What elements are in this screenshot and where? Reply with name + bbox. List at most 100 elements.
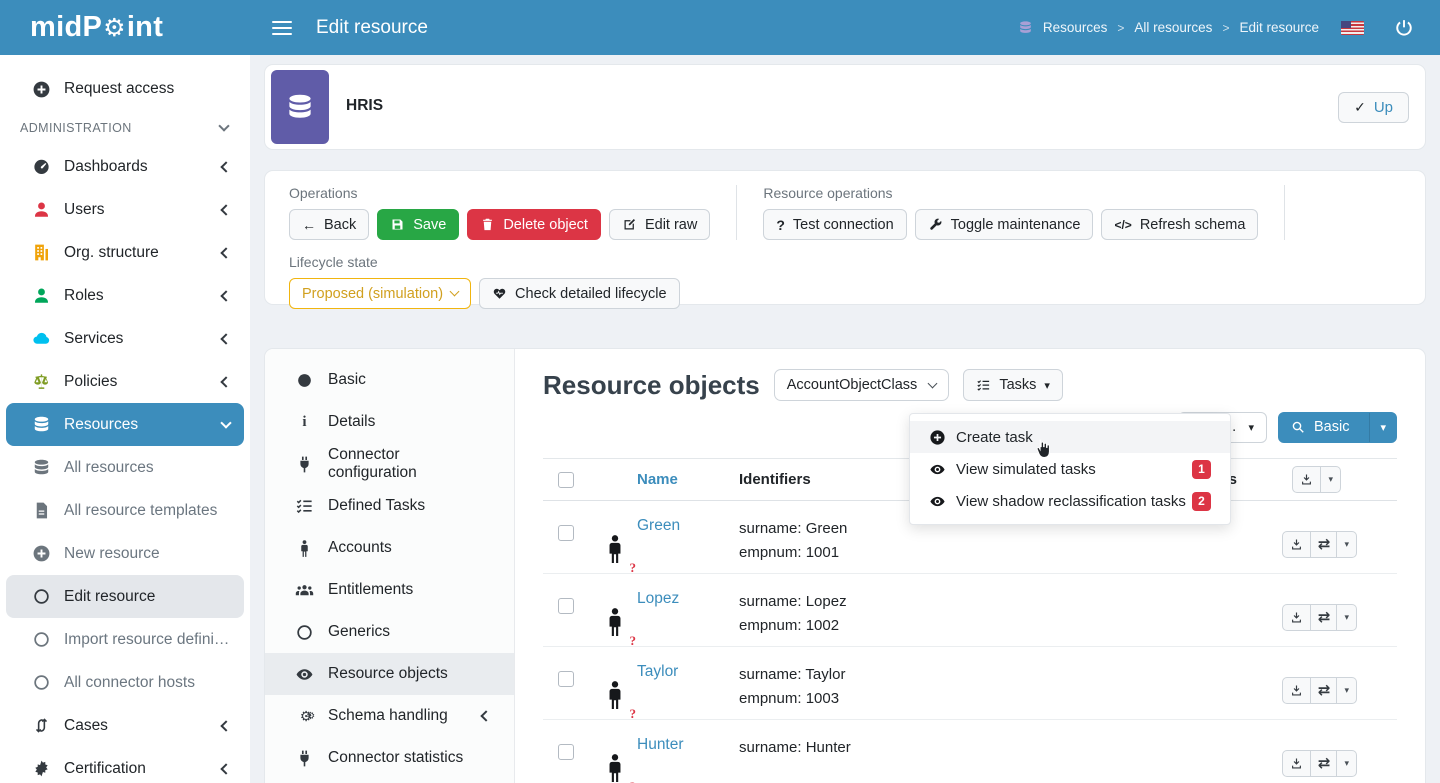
male-icon [295,539,314,558]
sidebar-item-resources[interactable]: Resources [6,403,244,446]
column-header-name[interactable]: Name [637,471,678,488]
lifecycle-state-select[interactable]: Proposed (simulation) [289,278,471,309]
sidebar-item-new-resource[interactable]: New resource [0,532,250,575]
tab-connector-configuration[interactable]: Connector configuration [265,443,514,485]
sidebar-item-cases[interactable]: Cases [0,704,250,747]
import-button[interactable] [1282,750,1311,777]
tab-connector-statistics[interactable]: Connector statistics [265,737,514,779]
object-name-link[interactable]: Hunter [637,736,684,754]
main-content: HRIS ✓ Up Operations ← Back [250,55,1440,783]
chevron-left-icon [220,333,231,344]
tab-basic[interactable]: Basic [265,359,514,401]
chevron-left-icon [220,720,231,731]
scales-icon [32,372,51,391]
tab-entitlements[interactable]: Entitlements [265,569,514,611]
sidebar-item-all-resources[interactable]: All resources [0,446,250,489]
sidebar-item-import-resource-definition[interactable]: Import resource definit… [0,618,250,661]
table-row: ? Lopez surname: Lopezempnum: 1002 ⇄ ▾ [543,574,1397,647]
test-connection-button[interactable]: ? Test connection [763,209,906,240]
sidebar-item-all-resource-templates[interactable]: All resource templates [0,489,250,532]
user-icon [32,200,51,219]
change-owner-button[interactable]: ⇄ [1311,677,1338,704]
import-button[interactable] [1282,677,1311,704]
resource-name: HRIS [346,81,383,115]
select-all-checkbox[interactable] [558,472,574,488]
tab-schema-handling[interactable]: ⚙⚙ Schema handling [265,695,514,737]
back-button[interactable]: ← Back [289,209,369,240]
plug-icon [295,749,314,768]
breadcrumb-all-resources[interactable]: All resources [1134,20,1212,35]
search-mode-caret[interactable]: ▾ [1369,413,1396,442]
download-icon [1290,684,1303,697]
import-button[interactable] [1282,604,1311,631]
object-name-link[interactable]: Taylor [637,663,678,681]
import-button[interactable] [1282,531,1311,558]
object-class-select[interactable]: AccountObjectClass [774,369,950,401]
building-icon [32,243,51,262]
logo-text-left: midP [30,11,102,44]
change-owner-button[interactable]: ⇄ [1311,531,1338,558]
check-detailed-lifecycle-button[interactable]: Check detailed lifecycle [479,278,680,309]
change-owner-button[interactable]: ⇄ [1311,604,1338,631]
save-icon [390,217,405,232]
task-count-badge: 2 [1192,492,1211,511]
row-menu-button[interactable]: ▾ [1337,750,1357,777]
menu-item-view-shadow-reclassification-tasks[interactable]: View shadow reclassification tasks 2 [910,485,1230,517]
tasks-dropdown-button[interactable]: Tasks ▾ [963,369,1063,401]
menu-toggle-icon[interactable] [272,17,292,39]
toggle-maintenance-button[interactable]: Toggle maintenance [915,209,1094,240]
row-menu-button[interactable]: ▾ [1337,677,1357,704]
menu-item-create-task[interactable]: Create task [910,421,1230,453]
row-checkbox[interactable] [558,525,574,541]
sidebar-item-users[interactable]: Users [0,188,250,231]
midpoint-logo[interactable]: midP⚙int [0,11,250,44]
sidebar-item-org-structure[interactable]: Org. structure [0,231,250,274]
row-menu-button[interactable]: ▾ [1337,604,1357,631]
export-download-button[interactable] [1292,466,1321,493]
breadcrumb-resources[interactable]: Resources [1043,20,1108,35]
sidebar-item-all-connector-hosts[interactable]: All connector hosts [0,661,250,704]
availability-status-button[interactable]: ✓ Up [1338,92,1409,123]
breadcrumb-separator: > [1222,21,1229,35]
save-button[interactable]: Save [377,209,459,240]
tab-generics[interactable]: Generics [265,611,514,653]
edit-raw-button[interactable]: Edit raw [609,209,710,240]
sidebar-item-certification[interactable]: Certification [0,747,250,783]
search-mode-button[interactable]: Basic ▾ [1278,412,1397,443]
sidebar-item-edit-resource[interactable]: Edit resource [6,575,244,618]
resource-operations-group: Resource operations ? Test connection To… [763,185,1258,240]
row-actions-group: ⇄ ▾ [1282,604,1357,631]
sidebar-item-dashboards[interactable]: Dashboards [0,145,250,188]
delete-object-button[interactable]: Delete object [467,209,601,240]
tab-details[interactable]: i Details [265,401,514,443]
sidebar-item-services[interactable]: Services [0,317,250,360]
logout-power-icon[interactable] [1394,18,1414,38]
sidebar-item-request-access[interactable]: Request access [0,67,250,111]
export-caret-button[interactable]: ▾ [1321,466,1341,493]
row-checkbox[interactable] [558,671,574,687]
gears-icon: ⚙⚙ [295,707,314,726]
change-owner-button[interactable]: ⇄ [1311,750,1338,777]
task-count-badge: 1 [1192,460,1211,479]
chevron-left-icon [220,204,231,215]
vertical-divider [736,185,737,240]
circle-icon [32,673,51,692]
sidebar-section-administration[interactable]: ADMINISTRATION [0,111,250,145]
heart-pulse-icon [492,286,507,301]
row-checkbox[interactable] [558,744,574,760]
tab-resource-objects[interactable]: Resource objects [265,653,514,695]
details-nav-panel: Basic i Details Connector configuration … [265,349,515,783]
tab-defined-tasks[interactable]: Defined Tasks [265,485,514,527]
object-name-link[interactable]: Green [637,517,680,535]
sidebar-item-policies[interactable]: Policies [0,360,250,403]
refresh-schema-button[interactable]: </> Refresh schema [1101,209,1258,240]
tab-accounts[interactable]: Accounts [265,527,514,569]
page-title: Edit resource [316,17,428,39]
locale-flag-us[interactable] [1341,21,1364,35]
object-name-link[interactable]: Lopez [637,590,679,608]
sidebar-item-roles[interactable]: Roles [0,274,250,317]
menu-item-view-simulated-tasks[interactable]: View simulated tasks 1 [910,453,1230,485]
chevron-down-icon [928,378,938,388]
row-menu-button[interactable]: ▾ [1337,531,1357,558]
row-checkbox[interactable] [558,598,574,614]
